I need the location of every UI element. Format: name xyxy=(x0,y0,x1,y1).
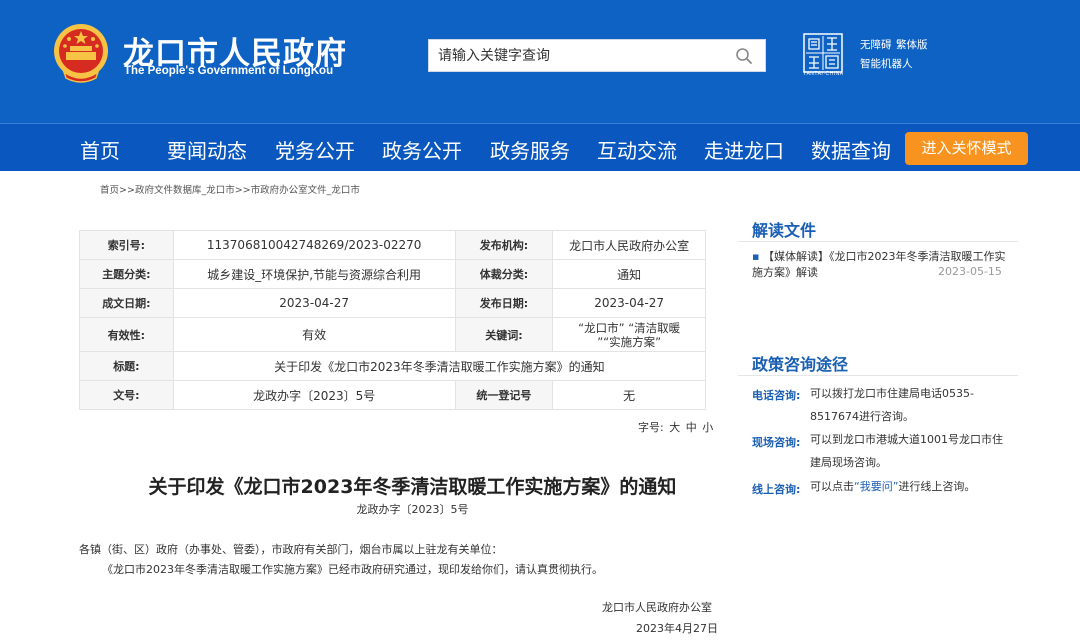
topic-value: 城乡建设_环境保护,节能与资源综合利用 xyxy=(172,259,456,289)
bullet-icon: ▪ xyxy=(752,250,763,263)
keywords-label: 关键词: xyxy=(454,317,554,352)
phone-consult-label: 电话咨询: xyxy=(752,389,801,402)
ask-question-link[interactable]: “我要问” xyxy=(854,480,898,493)
breadcrumb-separator: >> xyxy=(234,185,251,196)
table-row: 索引号: 113706810042748269/2023-02270 发布机构:… xyxy=(79,230,706,260)
site-consult-text: 可以到龙口市港城大道1001号龙口市住建局现场咨询。 xyxy=(810,433,1003,469)
document-recipients: 各镇（街、区）政府（办事处、管委），市政府有关部门，烟台市属以上驻龙有关单位： xyxy=(79,543,503,556)
doc-number-value: 龙政办字〔2023〕5号 xyxy=(172,380,456,410)
nav-item-party-affairs[interactable]: 党务公开 xyxy=(275,135,355,164)
document-info-table: 索引号: 113706810042748269/2023-02270 发布机构:… xyxy=(79,230,707,410)
yantai-logo-icon[interactable] xyxy=(803,33,843,73)
nav-item-about-longkou[interactable]: 走进龙口 xyxy=(704,135,784,164)
reading-item-date: 2023-05-15 xyxy=(938,265,1002,278)
online-consult-text-after: 进行线上咨询。 xyxy=(898,480,976,493)
nav-item-gov-affairs[interactable]: 政务公开 xyxy=(382,135,462,164)
table-row: 标题: 关于印发《龙口市2023年冬季清洁取暖工作实施方案》的通知 xyxy=(79,351,707,381)
document-body: 《龙口市2023年冬季清洁取暖工作实施方案》已经市政府研究通过，现印发给你们，请… xyxy=(102,563,603,576)
search-icon[interactable] xyxy=(735,47,753,65)
breadcrumb-doc-database[interactable]: 政府文件数据库_龙口市 xyxy=(135,185,235,196)
online-consult-text-before: 可以点击 xyxy=(810,480,854,493)
phone-consult-text: 可以拨打龙口市住建局电话0535-8517674进行咨询。 xyxy=(810,387,974,423)
traditional-chinese-link[interactable]: 繁体版 xyxy=(896,37,928,52)
site-header: 龙口市人民政府 The People's Government of LongK… xyxy=(0,0,1080,123)
index-label: 索引号: xyxy=(79,230,174,260)
nav-item-gov-services[interactable]: 政务服务 xyxy=(490,135,570,164)
published-date-value: 2023-04-27 xyxy=(552,288,706,318)
search-input[interactable] xyxy=(429,40,729,71)
published-date-label: 发布日期: xyxy=(454,288,554,318)
main-nav: 首页 要闻动态 党务公开 政务公开 政务服务 互动交流 走进龙口 数据查询 进入… xyxy=(0,123,1080,171)
table-row: 文号: 龙政办字〔2023〕5号 统一登记号 无 xyxy=(79,380,706,410)
nav-item-interaction[interactable]: 互动交流 xyxy=(597,135,677,164)
validity-value: 有效 xyxy=(172,317,456,352)
genre-value: 通知 xyxy=(552,259,706,289)
table-row: 有效性: 有效 关键词: “龙口市” “清洁取暖 ”“实施方案” xyxy=(79,317,706,352)
nav-item-data-query[interactable]: 数据查询 xyxy=(811,135,891,164)
site-subtitle: The People's Government of LongKou xyxy=(124,65,334,77)
online-consult-text: 可以点击“我要问”进行线上咨询。 xyxy=(810,475,1010,498)
national-emblem-icon xyxy=(54,24,108,83)
issuer-label: 发布机构: xyxy=(454,230,554,260)
document-title: 关于印发《龙口市2023年冬季清洁取暖工作实施方案》的通知 xyxy=(148,476,677,498)
validity-label: 有效性: xyxy=(79,317,174,352)
registration-number-label: 统一登记号 xyxy=(454,380,554,410)
issuer-value: 龙口市人民政府办公室 xyxy=(552,230,706,260)
keywords-value: “龙口市” “清洁取暖 ”“实施方案” xyxy=(552,317,706,352)
font-size-medium[interactable]: 中 xyxy=(686,421,697,434)
table-row: 成文日期: 2023-04-27 发布日期: 2023-04-27 xyxy=(79,288,706,318)
divider xyxy=(738,375,1018,376)
document-signer: 龙口市人民政府办公室 xyxy=(602,601,712,614)
table-row: 主题分类: 城乡建设_环境保护,节能与资源综合利用 体裁分类: 通知 xyxy=(79,259,706,289)
search-box xyxy=(428,39,766,72)
font-size-small[interactable]: 小 xyxy=(702,421,713,434)
online-consult-label: 线上咨询: xyxy=(752,483,801,496)
document-date: 2023年4月27日 xyxy=(636,622,718,635)
font-size-label: 字号: xyxy=(638,421,664,434)
yantai-logo-caption: YANTAI·CHINA xyxy=(803,71,844,77)
consult-section-title: 政策咨询途径 xyxy=(752,355,849,374)
reading-section-title: 解读文件 xyxy=(752,221,817,240)
registration-number-value: 无 xyxy=(552,380,706,410)
site-consult-label: 现场咨询: xyxy=(752,436,801,449)
smart-robot-link[interactable]: 智能机器人 xyxy=(860,56,913,71)
breadcrumb-home[interactable]: 首页 xyxy=(100,185,119,196)
keywords-line: “龙口市” “清洁取暖 xyxy=(578,320,681,335)
document-number: 龙政办字〔2023〕5号 xyxy=(356,503,469,516)
keywords-line: ”“实施方案” xyxy=(597,334,662,349)
breadcrumb: 首页>>政府文件数据库_龙口市>>市政府办公室文件_龙口市 xyxy=(100,182,360,196)
doc-number-label: 文号: xyxy=(79,380,174,410)
topic-label: 主题分类: xyxy=(79,259,174,289)
nav-item-news[interactable]: 要闻动态 xyxy=(167,135,247,164)
index-value: 113706810042748269/2023-02270 xyxy=(172,230,456,260)
genre-label: 体裁分类: xyxy=(454,259,554,289)
care-mode-button[interactable]: 进入关怀模式 xyxy=(905,132,1028,165)
title-label: 标题: xyxy=(79,351,174,381)
font-size-switcher: 字号: 大 中 小 xyxy=(638,419,713,435)
accessibility-link[interactable]: 无障碍 xyxy=(860,37,892,52)
created-date-label: 成文日期: xyxy=(79,288,174,318)
breadcrumb-separator: >> xyxy=(119,185,135,196)
breadcrumb-office-docs[interactable]: 市政府办公室文件_龙口市 xyxy=(251,185,360,196)
nav-item-home[interactable]: 首页 xyxy=(80,135,120,164)
created-date-value: 2023-04-27 xyxy=(172,288,456,318)
font-size-large[interactable]: 大 xyxy=(669,421,680,434)
divider xyxy=(738,241,1018,242)
title-value: 关于印发《龙口市2023年冬季清洁取暖工作实施方案》的通知 xyxy=(172,351,707,381)
